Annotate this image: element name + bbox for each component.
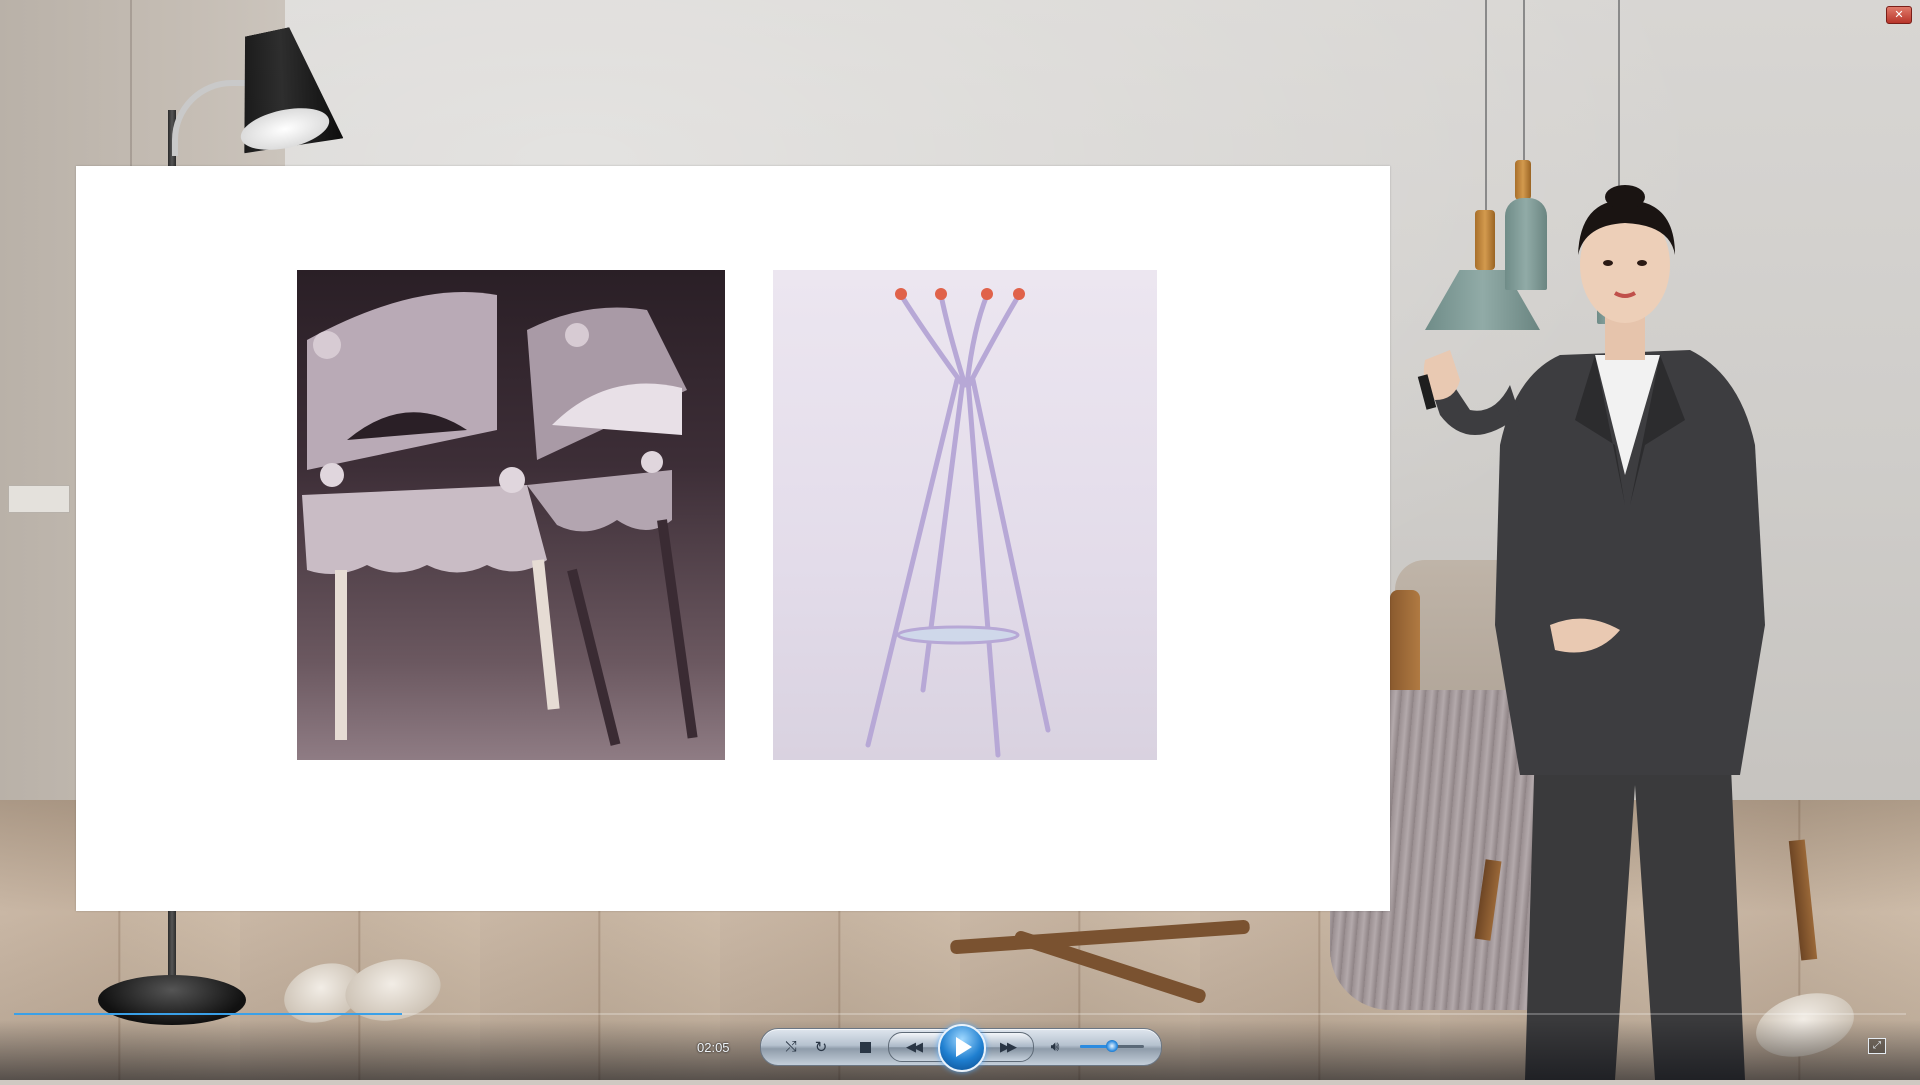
coat-rack-photo [773,270,1157,760]
seek-bar-progress [14,1013,402,1015]
volume-knob[interactable] [1106,1040,1118,1052]
seek-bar[interactable] [14,1013,1906,1015]
fast-forward-icon[interactable]: ▶▶ [990,1036,1024,1058]
play-icon [956,1037,972,1057]
fullscreen-icon[interactable]: ⤢ [1868,1038,1886,1054]
repeat-icon[interactable]: ↻ [810,1036,832,1058]
presentation-slide [76,166,1390,911]
close-button[interactable]: ✕ [1886,6,1912,24]
pendant-cord [1485,0,1487,215]
presenter [1400,185,1860,1080]
chair-photo [297,270,725,760]
floor-lamp-base [98,975,246,1025]
shuffle-icon[interactable]: ⤭ [780,1036,802,1058]
speaker-icon[interactable]: 🔊︎ [1044,1036,1066,1058]
elapsed-time: 02:05 [697,1040,730,1055]
volume-slider[interactable] [1080,1040,1144,1052]
stop-icon[interactable] [856,1038,874,1056]
wall-outlet [8,485,70,513]
pendant-cord [1523,0,1525,160]
rewind-icon[interactable]: ◀◀ [896,1036,930,1058]
play-button[interactable] [938,1024,986,1072]
